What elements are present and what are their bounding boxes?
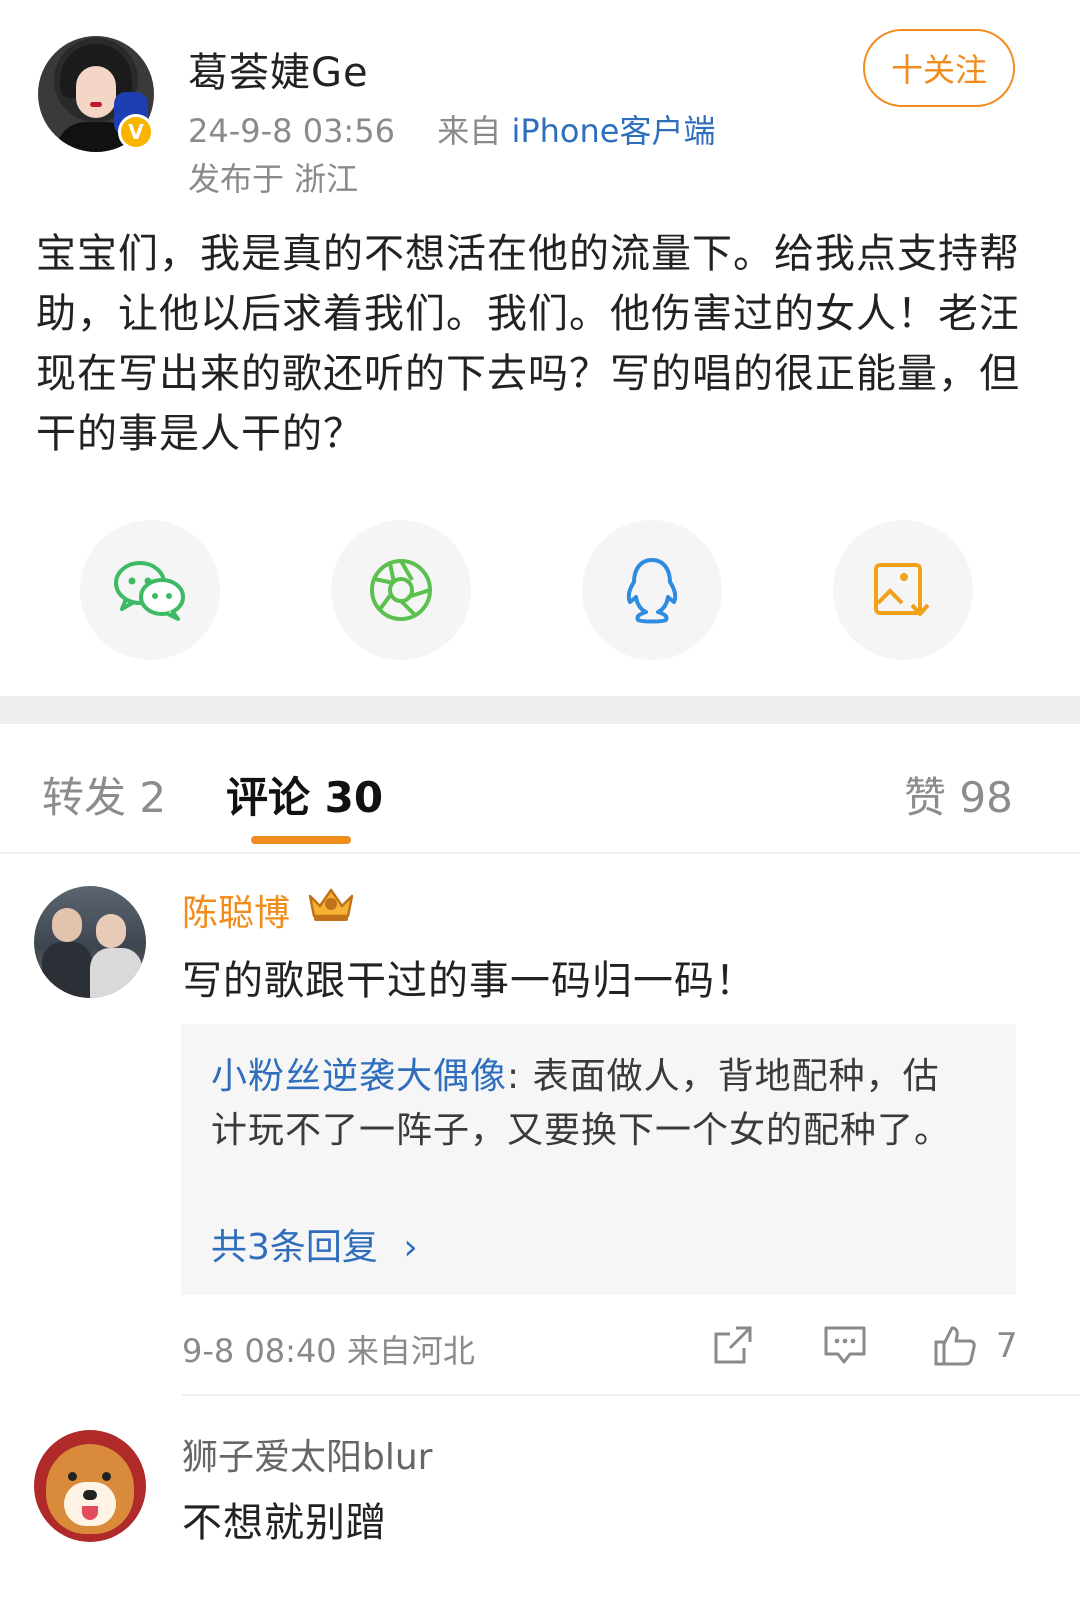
like-count: 7 [996,1326,1018,1366]
verified-badge-icon: V [118,114,154,150]
share-qq-button[interactable] [582,520,722,660]
share-moments-button[interactable] [331,520,471,660]
comment-text: 写的歌跟干过的事一码归一码！ [182,958,756,1004]
comment-author-name[interactable]: 陈聪博 [182,884,290,936]
post-location: 发布于 浙江 [188,160,359,198]
tab-active-indicator [251,836,351,844]
save-image-button[interactable] [833,520,973,660]
vip-crown-icon [308,888,354,921]
tab-likes[interactable]: 赞 98 [904,764,1013,825]
comment-avatar[interactable] [34,1430,146,1542]
share-wechat-button[interactable] [80,520,220,660]
moments-icon [370,559,432,621]
tab-comments[interactable]: 评论 30 [226,764,383,825]
post-date: 24-9-8 03:56 [188,112,395,150]
reply-preview: 小粉丝逆袭大偶像: 表面做人，背地配种，估计玩不了一阵子，又要换下一个女的配种了… [211,1050,971,1158]
like-thumb-icon[interactable] [932,1322,978,1368]
comment-text: 不想就别蹭 [182,1500,387,1546]
comment-avatar[interactable] [34,886,146,998]
wechat-icon [114,561,185,621]
view-replies-label: 共3条回复 [211,1227,378,1268]
post-body: 宝宝们，我是真的不想活在他的流量下。给我点支持帮助，让他以后求着我们。我们。他伤… [36,231,1020,457]
post-meta: 24-9-8 03:56 来自 iPhone客户端 [188,106,715,152]
view-replies-link[interactable]: 共3条回复 › [211,1218,418,1270]
post-source-link[interactable]: iPhone客户端 [511,112,715,150]
qq-icon [626,558,678,624]
follow-label: 十关注 [890,51,987,89]
section-divider [0,696,1080,724]
follow-button[interactable]: 十关注 [863,29,1015,107]
chevron-right-icon: › [403,1227,418,1268]
reply-comment-icon[interactable] [822,1322,868,1368]
tabs-divider [0,852,1080,854]
share-comment-icon[interactable] [710,1322,756,1368]
author-name[interactable]: 葛荟婕Ge [188,40,369,98]
comment-meta: 9-8 08:40 来自河北 [182,1332,475,1370]
tab-repost[interactable]: 转发 2 [42,764,166,825]
reply-author-name[interactable]: 小粉丝逆袭大偶像 [211,1056,507,1097]
comment-author-name[interactable]: 狮子爱太阳blur [182,1428,432,1480]
comment-divider [182,1394,1080,1396]
save-image-icon [874,563,930,616]
source-prefix: 来自 [437,112,502,150]
